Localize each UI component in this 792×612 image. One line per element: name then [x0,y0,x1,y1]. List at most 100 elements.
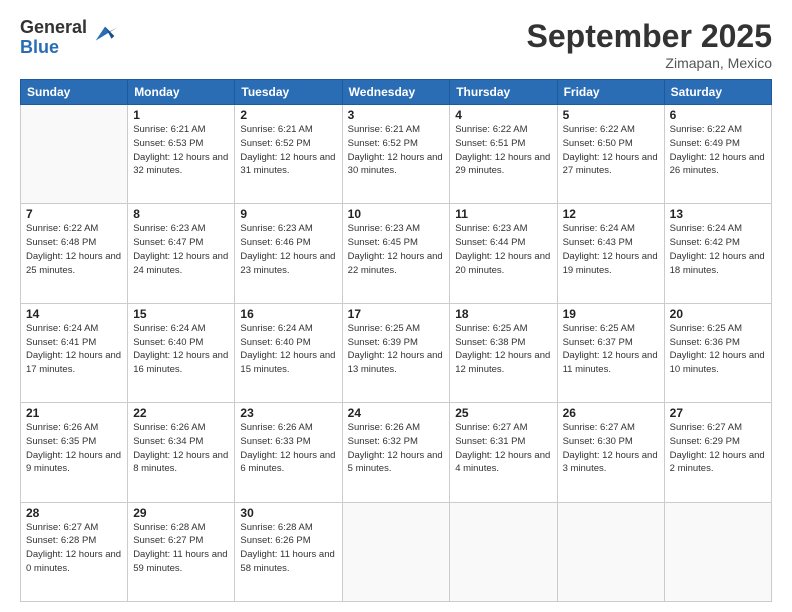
table-row: 23Sunrise: 6:26 AM Sunset: 6:33 PM Dayli… [235,403,342,502]
day-info: Sunrise: 6:26 AM Sunset: 6:32 PM Dayligh… [348,421,445,476]
table-row: 21Sunrise: 6:26 AM Sunset: 6:35 PM Dayli… [21,403,128,502]
day-number: 1 [133,108,229,122]
calendar-week-row: 28Sunrise: 6:27 AM Sunset: 6:28 PM Dayli… [21,502,772,601]
table-row: 6Sunrise: 6:22 AM Sunset: 6:49 PM Daylig… [664,105,771,204]
table-row [557,502,664,601]
day-info: Sunrise: 6:24 AM Sunset: 6:40 PM Dayligh… [133,322,229,377]
table-row: 27Sunrise: 6:27 AM Sunset: 6:29 PM Dayli… [664,403,771,502]
calendar-week-row: 14Sunrise: 6:24 AM Sunset: 6:41 PM Dayli… [21,303,772,402]
day-number: 10 [348,207,445,221]
table-row: 10Sunrise: 6:23 AM Sunset: 6:45 PM Dayli… [342,204,450,303]
day-number: 11 [455,207,551,221]
table-row: 28Sunrise: 6:27 AM Sunset: 6:28 PM Dayli… [21,502,128,601]
day-number: 25 [455,406,551,420]
day-info: Sunrise: 6:25 AM Sunset: 6:36 PM Dayligh… [670,322,766,377]
day-info: Sunrise: 6:22 AM Sunset: 6:51 PM Dayligh… [455,123,551,178]
day-number: 6 [670,108,766,122]
table-row: 7Sunrise: 6:22 AM Sunset: 6:48 PM Daylig… [21,204,128,303]
day-info: Sunrise: 6:21 AM Sunset: 6:52 PM Dayligh… [348,123,445,178]
table-row: 22Sunrise: 6:26 AM Sunset: 6:34 PM Dayli… [128,403,235,502]
day-info: Sunrise: 6:28 AM Sunset: 6:27 PM Dayligh… [133,521,229,576]
day-info: Sunrise: 6:27 AM Sunset: 6:29 PM Dayligh… [670,421,766,476]
table-row: 5Sunrise: 6:22 AM Sunset: 6:50 PM Daylig… [557,105,664,204]
table-row [450,502,557,601]
day-number: 15 [133,307,229,321]
page: General Blue September 2025 Zimapan, Mex… [0,0,792,612]
day-info: Sunrise: 6:24 AM Sunset: 6:43 PM Dayligh… [563,222,659,277]
day-number: 29 [133,506,229,520]
day-number: 23 [240,406,336,420]
day-info: Sunrise: 6:28 AM Sunset: 6:26 PM Dayligh… [240,521,336,576]
table-row: 29Sunrise: 6:28 AM Sunset: 6:27 PM Dayli… [128,502,235,601]
day-info: Sunrise: 6:23 AM Sunset: 6:45 PM Dayligh… [348,222,445,277]
table-row: 12Sunrise: 6:24 AM Sunset: 6:43 PM Dayli… [557,204,664,303]
header: General Blue September 2025 Zimapan, Mex… [20,18,772,71]
calendar-week-row: 7Sunrise: 6:22 AM Sunset: 6:48 PM Daylig… [21,204,772,303]
title-block: September 2025 Zimapan, Mexico [527,18,772,71]
col-sunday: Sunday [21,80,128,105]
day-number: 30 [240,506,336,520]
day-number: 13 [670,207,766,221]
table-row: 3Sunrise: 6:21 AM Sunset: 6:52 PM Daylig… [342,105,450,204]
table-row: 20Sunrise: 6:25 AM Sunset: 6:36 PM Dayli… [664,303,771,402]
calendar-header-row: Sunday Monday Tuesday Wednesday Thursday… [21,80,772,105]
table-row: 25Sunrise: 6:27 AM Sunset: 6:31 PM Dayli… [450,403,557,502]
logo: General Blue [20,18,119,58]
day-info: Sunrise: 6:23 AM Sunset: 6:47 PM Dayligh… [133,222,229,277]
logo-general: General [20,18,87,38]
day-number: 5 [563,108,659,122]
day-info: Sunrise: 6:25 AM Sunset: 6:37 PM Dayligh… [563,322,659,377]
day-number: 17 [348,307,445,321]
table-row: 14Sunrise: 6:24 AM Sunset: 6:41 PM Dayli… [21,303,128,402]
day-info: Sunrise: 6:21 AM Sunset: 6:53 PM Dayligh… [133,123,229,178]
calendar-table: Sunday Monday Tuesday Wednesday Thursday… [20,79,772,602]
table-row [21,105,128,204]
day-number: 26 [563,406,659,420]
day-info: Sunrise: 6:25 AM Sunset: 6:38 PM Dayligh… [455,322,551,377]
day-info: Sunrise: 6:27 AM Sunset: 6:31 PM Dayligh… [455,421,551,476]
col-tuesday: Tuesday [235,80,342,105]
day-number: 24 [348,406,445,420]
table-row: 26Sunrise: 6:27 AM Sunset: 6:30 PM Dayli… [557,403,664,502]
col-wednesday: Wednesday [342,80,450,105]
table-row: 13Sunrise: 6:24 AM Sunset: 6:42 PM Dayli… [664,204,771,303]
day-number: 20 [670,307,766,321]
day-number: 18 [455,307,551,321]
day-info: Sunrise: 6:27 AM Sunset: 6:30 PM Dayligh… [563,421,659,476]
day-number: 2 [240,108,336,122]
day-info: Sunrise: 6:24 AM Sunset: 6:42 PM Dayligh… [670,222,766,277]
col-thursday: Thursday [450,80,557,105]
table-row: 2Sunrise: 6:21 AM Sunset: 6:52 PM Daylig… [235,105,342,204]
day-info: Sunrise: 6:26 AM Sunset: 6:33 PM Dayligh… [240,421,336,476]
day-info: Sunrise: 6:22 AM Sunset: 6:48 PM Dayligh… [26,222,122,277]
day-info: Sunrise: 6:23 AM Sunset: 6:44 PM Dayligh… [455,222,551,277]
col-monday: Monday [128,80,235,105]
day-number: 28 [26,506,122,520]
day-info: Sunrise: 6:22 AM Sunset: 6:49 PM Dayligh… [670,123,766,178]
table-row [664,502,771,601]
table-row: 16Sunrise: 6:24 AM Sunset: 6:40 PM Dayli… [235,303,342,402]
day-number: 16 [240,307,336,321]
col-friday: Friday [557,80,664,105]
day-info: Sunrise: 6:21 AM Sunset: 6:52 PM Dayligh… [240,123,336,178]
day-info: Sunrise: 6:27 AM Sunset: 6:28 PM Dayligh… [26,521,122,576]
table-row: 4Sunrise: 6:22 AM Sunset: 6:51 PM Daylig… [450,105,557,204]
col-saturday: Saturday [664,80,771,105]
table-row: 8Sunrise: 6:23 AM Sunset: 6:47 PM Daylig… [128,204,235,303]
table-row [342,502,450,601]
day-number: 4 [455,108,551,122]
table-row: 9Sunrise: 6:23 AM Sunset: 6:46 PM Daylig… [235,204,342,303]
day-number: 22 [133,406,229,420]
table-row: 1Sunrise: 6:21 AM Sunset: 6:53 PM Daylig… [128,105,235,204]
logo-blue: Blue [20,38,87,58]
day-info: Sunrise: 6:26 AM Sunset: 6:35 PM Dayligh… [26,421,122,476]
day-number: 3 [348,108,445,122]
day-number: 12 [563,207,659,221]
table-row: 17Sunrise: 6:25 AM Sunset: 6:39 PM Dayli… [342,303,450,402]
calendar-week-row: 21Sunrise: 6:26 AM Sunset: 6:35 PM Dayli… [21,403,772,502]
day-info: Sunrise: 6:24 AM Sunset: 6:41 PM Dayligh… [26,322,122,377]
logo-bird-icon [91,22,119,50]
day-number: 14 [26,307,122,321]
day-number: 27 [670,406,766,420]
location-subtitle: Zimapan, Mexico [527,55,772,71]
